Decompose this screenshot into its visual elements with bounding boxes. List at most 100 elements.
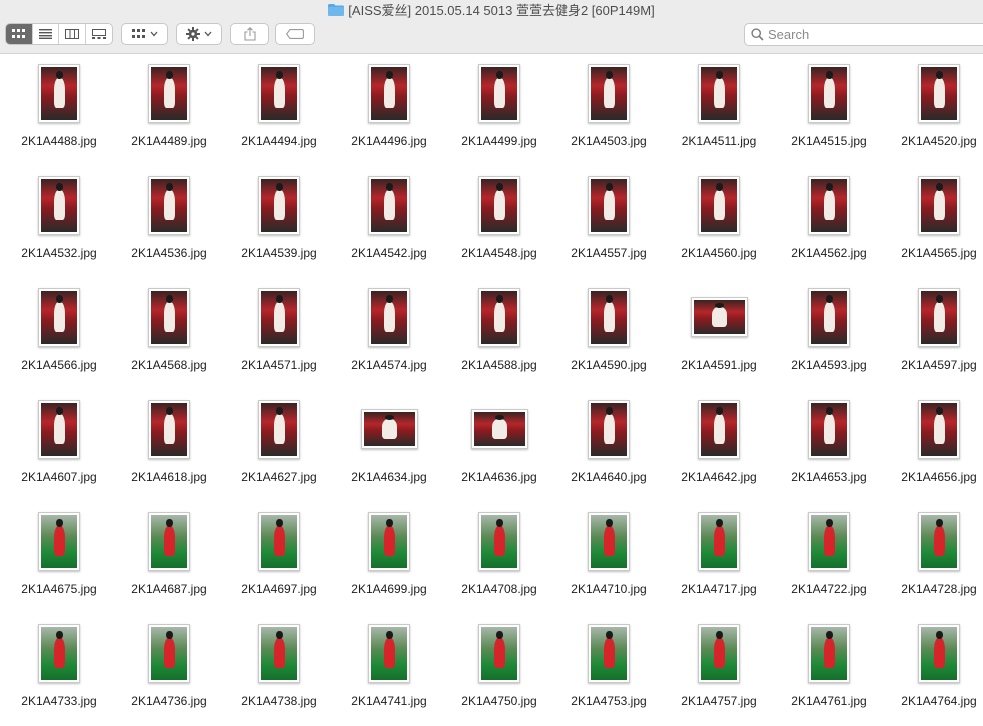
file-thumbnail[interactable] <box>38 511 80 571</box>
file-item[interactable]: 2K1A4597.jpg <box>884 278 983 390</box>
file-thumbnail[interactable] <box>368 287 410 347</box>
file-name[interactable]: 2K1A4571.jpg <box>224 358 334 372</box>
file-item[interactable]: 2K1A4722.jpg <box>774 502 884 614</box>
file-name[interactable]: 2K1A4640.jpg <box>554 470 664 484</box>
file-name[interactable]: 2K1A4560.jpg <box>664 246 774 260</box>
file-name[interactable]: 2K1A4697.jpg <box>224 582 334 596</box>
file-item[interactable]: 2K1A4642.jpg <box>664 390 774 502</box>
file-name[interactable]: 2K1A4489.jpg <box>114 134 224 148</box>
file-item[interactable]: 2K1A4568.jpg <box>114 278 224 390</box>
file-thumbnail[interactable] <box>148 287 190 347</box>
file-name[interactable]: 2K1A4687.jpg <box>114 582 224 596</box>
file-item[interactable]: 2K1A4761.jpg <box>774 614 884 726</box>
file-thumbnail[interactable] <box>258 623 300 683</box>
action-button[interactable] <box>176 23 222 45</box>
file-thumbnail[interactable] <box>808 287 850 347</box>
file-item[interactable]: 2K1A4738.jpg <box>224 614 334 726</box>
file-thumbnail[interactable] <box>588 287 630 347</box>
file-thumbnail[interactable] <box>918 399 960 459</box>
file-item[interactable]: 2K1A4496.jpg <box>334 54 444 166</box>
file-thumbnail[interactable] <box>588 175 630 235</box>
file-item[interactable]: 2K1A4532.jpg <box>4 166 114 278</box>
file-name[interactable]: 2K1A4515.jpg <box>774 134 884 148</box>
file-item[interactable]: 2K1A4757.jpg <box>664 614 774 726</box>
file-item[interactable]: 2K1A4574.jpg <box>334 278 444 390</box>
file-item[interactable]: 2K1A4634.jpg <box>334 390 444 502</box>
file-thumbnail[interactable] <box>368 63 410 123</box>
file-name[interactable]: 2K1A4488.jpg <box>4 134 114 148</box>
file-item[interactable]: 2K1A4562.jpg <box>774 166 884 278</box>
file-name[interactable]: 2K1A4593.jpg <box>774 358 884 372</box>
search-field[interactable]: Search <box>744 23 983 46</box>
file-thumbnail[interactable] <box>698 623 740 683</box>
file-name[interactable]: 2K1A4733.jpg <box>4 694 114 708</box>
file-item[interactable]: 2K1A4736.jpg <box>114 614 224 726</box>
file-item[interactable]: 2K1A4494.jpg <box>224 54 334 166</box>
file-item[interactable]: 2K1A4503.jpg <box>554 54 664 166</box>
file-thumbnail[interactable] <box>918 63 960 123</box>
file-name[interactable]: 2K1A4568.jpg <box>114 358 224 372</box>
file-thumbnail[interactable] <box>38 399 80 459</box>
file-thumbnail[interactable] <box>478 63 520 123</box>
file-name[interactable]: 2K1A4653.jpg <box>774 470 884 484</box>
share-button[interactable] <box>230 23 269 45</box>
file-thumbnail[interactable] <box>588 623 630 683</box>
file-name[interactable]: 2K1A4642.jpg <box>664 470 774 484</box>
file-name[interactable]: 2K1A4499.jpg <box>444 134 554 148</box>
file-item[interactable]: 2K1A4717.jpg <box>664 502 774 614</box>
file-thumbnail[interactable] <box>808 175 850 235</box>
file-item[interactable]: 2K1A4607.jpg <box>4 390 114 502</box>
file-thumbnail[interactable] <box>698 63 740 123</box>
file-name[interactable]: 2K1A4520.jpg <box>884 134 983 148</box>
file-name[interactable]: 2K1A4636.jpg <box>444 470 554 484</box>
column-view-button[interactable] <box>59 24 86 44</box>
file-item[interactable]: 2K1A4656.jpg <box>884 390 983 502</box>
file-item[interactable]: 2K1A4708.jpg <box>444 502 554 614</box>
file-name[interactable]: 2K1A4710.jpg <box>554 582 664 596</box>
file-name[interactable]: 2K1A4565.jpg <box>884 246 983 260</box>
file-name[interactable]: 2K1A4511.jpg <box>664 134 774 148</box>
file-name[interactable]: 2K1A4627.jpg <box>224 470 334 484</box>
file-thumbnail[interactable] <box>808 399 850 459</box>
file-thumbnail[interactable] <box>368 623 410 683</box>
file-thumbnail[interactable] <box>690 297 748 337</box>
file-name[interactable]: 2K1A4634.jpg <box>334 470 444 484</box>
file-item[interactable]: 2K1A4764.jpg <box>884 614 983 726</box>
file-item[interactable]: 2K1A4539.jpg <box>224 166 334 278</box>
file-item[interactable]: 2K1A4499.jpg <box>444 54 554 166</box>
file-item[interactable]: 2K1A4728.jpg <box>884 502 983 614</box>
file-item[interactable]: 2K1A4565.jpg <box>884 166 983 278</box>
file-item[interactable]: 2K1A4710.jpg <box>554 502 664 614</box>
file-name[interactable]: 2K1A4503.jpg <box>554 134 664 148</box>
file-item[interactable]: 2K1A4675.jpg <box>4 502 114 614</box>
file-item[interactable]: 2K1A4560.jpg <box>664 166 774 278</box>
file-name[interactable]: 2K1A4536.jpg <box>114 246 224 260</box>
file-thumbnail[interactable] <box>588 511 630 571</box>
file-item[interactable]: 2K1A4588.jpg <box>444 278 554 390</box>
file-thumbnail[interactable] <box>478 175 520 235</box>
file-item[interactable]: 2K1A4640.jpg <box>554 390 664 502</box>
file-thumbnail[interactable] <box>258 175 300 235</box>
file-name[interactable]: 2K1A4618.jpg <box>114 470 224 484</box>
file-name[interactable]: 2K1A4764.jpg <box>884 694 983 708</box>
icon-view-button[interactable] <box>6 24 33 44</box>
file-item[interactable]: 2K1A4566.jpg <box>4 278 114 390</box>
file-thumbnail[interactable] <box>698 511 740 571</box>
file-name[interactable]: 2K1A4496.jpg <box>334 134 444 148</box>
file-item[interactable]: 2K1A4542.jpg <box>334 166 444 278</box>
file-item[interactable]: 2K1A4653.jpg <box>774 390 884 502</box>
tag-button[interactable] <box>275 23 315 45</box>
file-name[interactable]: 2K1A4708.jpg <box>444 582 554 596</box>
file-thumbnail[interactable] <box>148 63 190 123</box>
file-name[interactable]: 2K1A4656.jpg <box>884 470 983 484</box>
file-item[interactable]: 2K1A4699.jpg <box>334 502 444 614</box>
file-name[interactable]: 2K1A4494.jpg <box>224 134 334 148</box>
list-view-button[interactable] <box>33 24 59 44</box>
file-thumbnail[interactable] <box>588 63 630 123</box>
file-thumbnail[interactable] <box>588 399 630 459</box>
file-name[interactable]: 2K1A4753.jpg <box>554 694 664 708</box>
file-name[interactable]: 2K1A4761.jpg <box>774 694 884 708</box>
file-name[interactable]: 2K1A4597.jpg <box>884 358 983 372</box>
file-thumbnail[interactable] <box>368 175 410 235</box>
file-thumbnail[interactable] <box>918 623 960 683</box>
